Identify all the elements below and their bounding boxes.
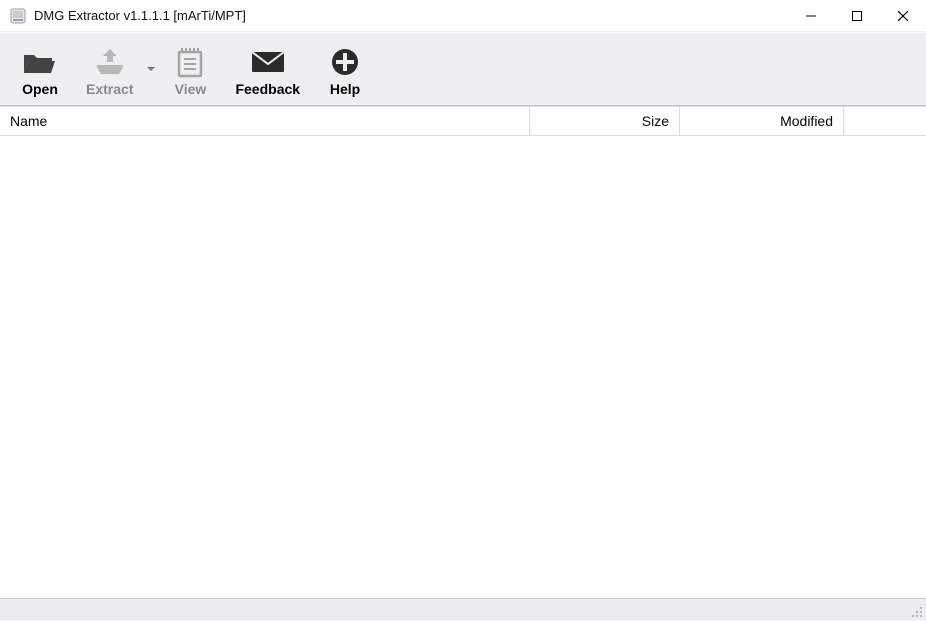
open-label: Open — [22, 81, 58, 97]
maximize-button[interactable] — [834, 0, 880, 32]
file-list[interactable] — [0, 136, 926, 598]
view-label: View — [175, 81, 207, 97]
feedback-label: Feedback — [235, 81, 300, 97]
close-button[interactable] — [880, 0, 926, 32]
column-header-row: Name Size Modified — [0, 106, 926, 136]
extract-label: Extract — [86, 81, 133, 97]
toolbar: Open Extract V — [0, 32, 926, 106]
minimize-button[interactable] — [788, 0, 834, 32]
column-header-name[interactable]: Name — [0, 107, 530, 135]
help-label: Help — [330, 81, 360, 97]
extract-button[interactable]: Extract — [72, 43, 147, 99]
open-button[interactable]: Open — [8, 43, 72, 99]
help-plus-icon — [330, 45, 360, 79]
app-icon — [10, 8, 26, 24]
column-header-spacer — [844, 107, 926, 135]
extract-dropdown-caret-icon[interactable] — [147, 39, 159, 99]
notepad-icon — [175, 45, 205, 79]
help-button[interactable]: Help — [314, 43, 376, 99]
folder-open-icon — [22, 45, 58, 79]
extract-icon — [93, 45, 127, 79]
window-title: DMG Extractor v1.1.1.1 [mArTi/MPT] — [34, 8, 246, 23]
view-button[interactable]: View — [159, 43, 221, 99]
column-header-modified[interactable]: Modified — [680, 107, 844, 135]
size-grip-icon[interactable] — [910, 605, 924, 619]
feedback-button[interactable]: Feedback — [221, 43, 314, 99]
column-header-size[interactable]: Size — [530, 107, 680, 135]
status-bar — [0, 598, 926, 620]
envelope-icon — [250, 45, 286, 79]
title-bar: DMG Extractor v1.1.1.1 [mArTi/MPT] — [0, 0, 926, 32]
